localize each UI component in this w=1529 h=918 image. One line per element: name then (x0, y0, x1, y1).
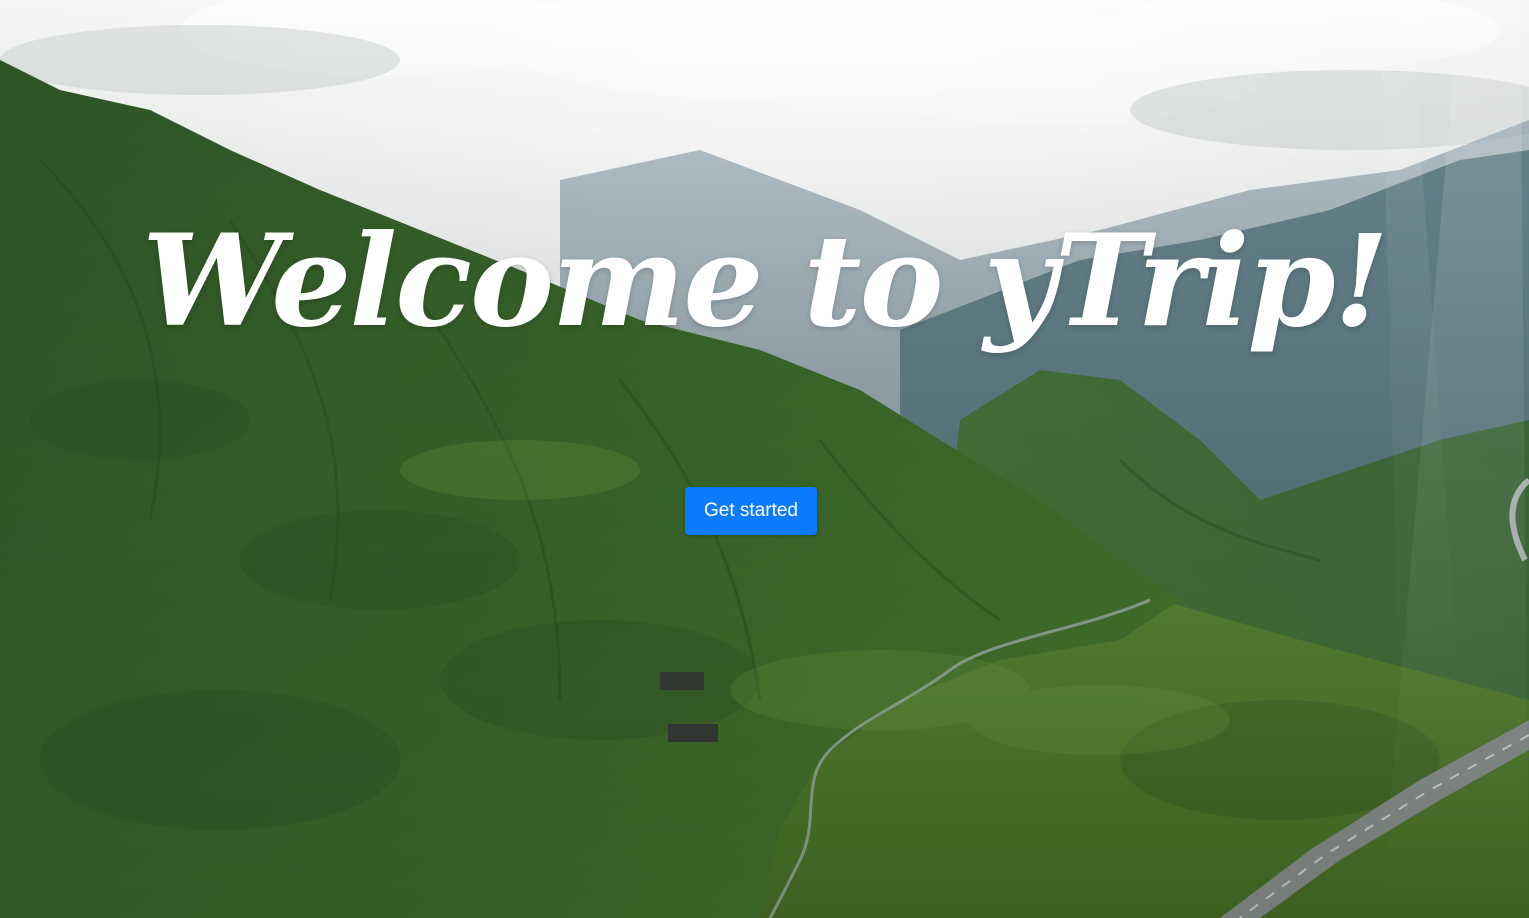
page-title: Welcome to yTrip! (142, 207, 1389, 355)
background-landscape-image (0, 0, 1529, 918)
hero-section: Welcome to yTrip! Get started (0, 0, 1529, 918)
get-started-button[interactable]: Get started (685, 487, 817, 535)
